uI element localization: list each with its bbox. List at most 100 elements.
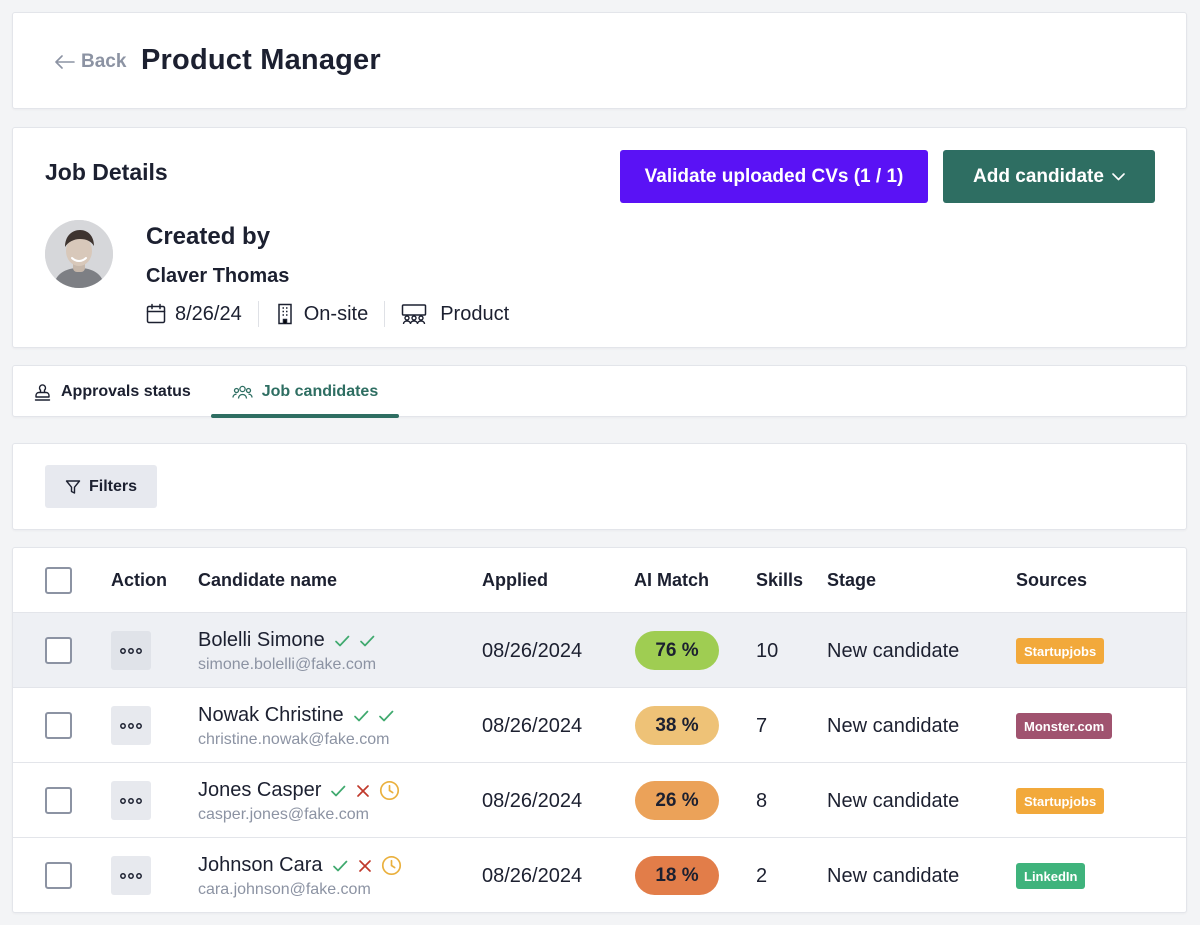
applied-date: 08/26/2024 (482, 715, 583, 737)
stage-value: New candidate (827, 865, 960, 887)
back-link[interactable]: Back (55, 51, 126, 73)
check-icon (331, 857, 349, 875)
candidate-email: christine.nowak@fake.com (198, 731, 390, 748)
applied-date: 08/26/2024 (482, 640, 583, 662)
table-row[interactable]: Jones Casper casper.jones@fake.com 08/26/2… (13, 763, 1186, 838)
candidate-email: casper.jones@fake.com (198, 806, 369, 823)
more-horizontal-icon (120, 722, 142, 729)
row-actions-button[interactable] (111, 706, 151, 745)
candidate-status-icons (333, 632, 376, 650)
source-badge: LinkedIn (1016, 863, 1086, 889)
candidate-name[interactable]: Jones Casper (198, 779, 400, 802)
candidate-name-text: Jones Casper (198, 779, 322, 801)
filters-button[interactable]: Filters (45, 465, 157, 508)
filter-icon (65, 479, 81, 494)
source-badge: Startupjobs (1016, 788, 1105, 814)
row-checkbox[interactable] (45, 862, 72, 889)
applied-date: 08/26/2024 (482, 790, 583, 812)
meta-work-mode: On-site (275, 303, 368, 326)
calendar-icon (146, 303, 166, 324)
source-badge: Startupjobs (1016, 638, 1105, 664)
column-sources[interactable]: Sources (1016, 570, 1087, 591)
table-row[interactable]: Bolelli Simone simone.bolelli@fake.com 08/… (13, 613, 1186, 688)
avatar-photo (45, 220, 113, 288)
ai-match-badge: 18 % (635, 856, 719, 895)
meta-department: Product (401, 303, 509, 326)
candidate-name-text: Nowak Christine (198, 704, 344, 726)
candidate-name[interactable]: Johnson Cara (198, 854, 402, 877)
column-applied[interactable]: Applied (482, 570, 548, 591)
ai-match-badge: 38 % (635, 706, 719, 745)
cross-icon (354, 782, 372, 800)
more-horizontal-icon (120, 647, 142, 654)
meta-date: 8/26/24 (146, 303, 242, 326)
skills-count: 2 (756, 865, 768, 887)
row-checkbox[interactable] (45, 712, 72, 739)
table-header: Action Candidate name Applied AI Match S… (13, 548, 1186, 613)
divider (257, 301, 259, 327)
check-icon (329, 782, 347, 800)
users-icon (232, 385, 253, 399)
team-icon (401, 304, 427, 325)
candidates-table: Action Candidate name Applied AI Match S… (12, 547, 1187, 913)
stage-value: New candidate (827, 715, 960, 737)
candidate-email: cara.johnson@fake.com (198, 881, 371, 898)
stamp-icon (34, 383, 51, 401)
stage-value: New candidate (827, 790, 960, 812)
check-icon (352, 707, 370, 725)
filters-panel: Filters (12, 443, 1187, 530)
tab-label: Approvals status (61, 383, 191, 400)
job-date: 8/26/24 (175, 302, 242, 325)
candidate-status-icons (352, 707, 395, 725)
job-meta-row: 8/26/24 On-site Product (146, 299, 509, 329)
tab-job-candidates[interactable]: Job candidates (211, 366, 399, 418)
tab-bar: Approvals status Job candidates (12, 365, 1187, 418)
header-bar: Back Product Manager (12, 12, 1187, 109)
clock-icon (379, 780, 400, 801)
column-skills[interactable]: Skills (756, 570, 803, 591)
row-actions-button[interactable] (111, 856, 151, 895)
validate-cvs-button[interactable]: Validate uploaded CVs (1 / 1) (620, 150, 928, 203)
clock-icon (381, 855, 402, 876)
column-stage[interactable]: Stage (827, 570, 876, 591)
select-all-checkbox[interactable] (45, 567, 72, 594)
candidate-name[interactable]: Nowak Christine (198, 704, 395, 727)
add-candidate-button[interactable]: Add candidate (943, 150, 1155, 203)
work-mode: On-site (303, 302, 369, 325)
skills-count: 10 (756, 640, 779, 662)
row-checkbox[interactable] (45, 787, 72, 814)
more-horizontal-icon (120, 872, 142, 879)
chevron-down-icon (1112, 172, 1125, 180)
row-checkbox[interactable] (45, 637, 72, 664)
job-details-panel: Job Details Validate uploaded CVs (1 / 1… (12, 127, 1187, 348)
cross-icon (356, 857, 374, 875)
table-row[interactable]: Johnson Cara cara.johnson@fake.com 08/26/2… (13, 838, 1186, 912)
active-tab-indicator (211, 414, 399, 418)
more-horizontal-icon (120, 797, 142, 804)
check-icon (358, 632, 376, 650)
tab-label: Job candidates (261, 383, 379, 400)
job-details-title: Job Details (45, 159, 168, 185)
table-row[interactable]: Nowak Christine christine.nowak@fake.com 0… (13, 688, 1186, 763)
arrow-left-icon (55, 55, 75, 69)
candidate-name[interactable]: Bolelli Simone (198, 629, 376, 652)
applied-date: 08/26/2024 (482, 865, 583, 887)
candidate-name-text: Bolelli Simone (198, 629, 325, 651)
candidate-email: simone.bolelli@fake.com (198, 656, 377, 673)
source-badge: Monster.com (1016, 713, 1113, 739)
row-actions-button[interactable] (111, 781, 151, 820)
check-icon (377, 707, 395, 725)
department: Product (440, 302, 510, 325)
back-label: Back (81, 51, 127, 72)
building-icon (277, 303, 292, 325)
tab-approvals-status[interactable]: Approvals status (33, 366, 191, 418)
ai-match-badge: 76 % (635, 631, 719, 670)
column-candidate-name[interactable]: Candidate name (198, 570, 337, 591)
row-actions-button[interactable] (111, 631, 151, 670)
divider (384, 301, 386, 327)
created-by-label: Created by (146, 223, 271, 250)
filters-label: Filters (88, 477, 137, 495)
column-ai-match[interactable]: AI Match (634, 570, 709, 591)
add-candidate-label: Add candidate (973, 165, 1104, 187)
ai-match-badge: 26 % (635, 781, 719, 820)
